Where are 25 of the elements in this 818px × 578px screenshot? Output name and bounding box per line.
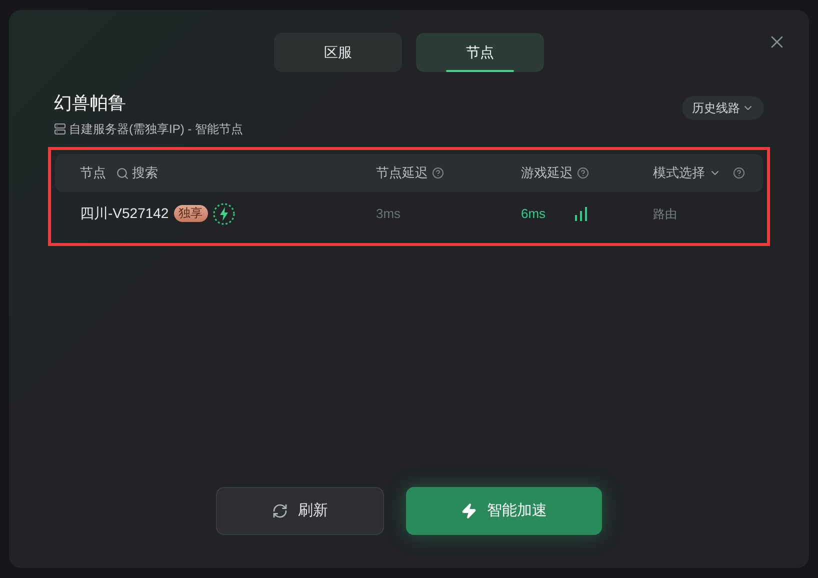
tab[interactable]: 节点 <box>416 33 544 72</box>
game-latency: 6ms <box>521 204 546 223</box>
refresh-button[interactable]: 刷新 <box>216 487 384 535</box>
accelerate-button[interactable]: 智能加速 <box>406 487 602 535</box>
search-icon <box>116 166 129 180</box>
history-button[interactable]: 历史线路 <box>682 96 764 120</box>
column-header: 模式选择 <box>653 164 705 182</box>
column-header: 节点延迟 <box>376 164 428 182</box>
refresh-icon <box>272 503 288 519</box>
exclusive-badge: 独享 <box>174 205 208 222</box>
node-latency: 3ms <box>376 204 402 223</box>
signal-icon <box>574 206 588 220</box>
game-title: 幻兽帕鲁 <box>54 92 127 115</box>
help-icon[interactable] <box>432 167 444 179</box>
mode-value: 路由 <box>653 206 677 222</box>
column-header: 游戏延迟 <box>521 164 573 182</box>
help-icon[interactable] <box>577 167 589 179</box>
subtitle: 自建服务器(需独享IP) - 智能节点 <box>69 121 243 138</box>
lightning-icon <box>461 503 477 519</box>
search-button[interactable]: 搜索 <box>116 163 158 183</box>
tab[interactable]: 区服 <box>274 33 402 72</box>
column-header: 节点 <box>80 164 106 182</box>
node-name: 四川-V527142 <box>80 204 169 223</box>
server-icon <box>54 123 66 135</box>
help-icon[interactable] <box>733 167 745 179</box>
